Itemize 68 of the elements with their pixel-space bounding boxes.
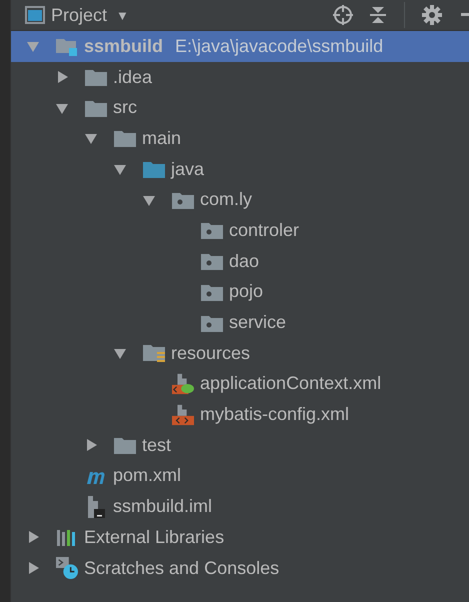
tree-item[interactable]: java bbox=[11, 154, 469, 184]
tree-item[interactable]: service bbox=[11, 307, 469, 338]
tree-item[interactable]: ssmbuild E:\java\javacode\ssmbuild bbox=[11, 31, 469, 62]
expand-toggle-icon[interactable] bbox=[26, 39, 40, 54]
tree-item[interactable]: Scratches and Consoles bbox=[11, 552, 469, 584]
package-icon bbox=[201, 282, 223, 301]
expand-toggle-icon[interactable] bbox=[113, 162, 127, 176]
package-icon bbox=[201, 221, 223, 240]
item-label: .idea bbox=[113, 66, 152, 88]
spring-xml-file-icon bbox=[172, 372, 194, 395]
tree-item[interactable]: applicationContext.xml bbox=[11, 368, 469, 400]
tree-item[interactable]: controler bbox=[11, 215, 469, 246]
tree-item[interactable]: .idea bbox=[11, 62, 469, 92]
item-label: service bbox=[229, 312, 286, 334]
folder-icon bbox=[114, 129, 136, 148]
tree-item[interactable]: ssmbuild.iml bbox=[11, 491, 469, 522]
expand-toggle-icon[interactable] bbox=[84, 438, 98, 452]
item-label: pom.xml bbox=[113, 465, 182, 486]
tree-item[interactable]: com.ly bbox=[11, 184, 469, 216]
tree-item[interactable]: pojo bbox=[11, 276, 469, 308]
item-label: java bbox=[171, 158, 204, 180]
folder-icon bbox=[143, 160, 165, 178]
dropdown-caret[interactable]: ▼ bbox=[116, 8, 129, 22]
resources-folder-icon bbox=[143, 343, 165, 364]
console-clock-icon bbox=[56, 556, 78, 580]
item-label: resources bbox=[171, 342, 250, 364]
module-folder-icon bbox=[56, 36, 78, 56]
tree-item[interactable]: External Libraries bbox=[11, 522, 469, 553]
tree-item[interactable]: pom.xml bbox=[11, 460, 469, 492]
item-label: ssmbuild bbox=[84, 36, 164, 57]
item-label: src bbox=[113, 97, 137, 118]
expand-toggle-icon[interactable] bbox=[84, 131, 98, 146]
expand-toggle-icon[interactable] bbox=[113, 346, 127, 360]
expand-toggle-icon[interactable] bbox=[55, 70, 69, 84]
package-icon bbox=[201, 314, 223, 332]
item-label: com.ly bbox=[200, 189, 252, 210]
tree-item[interactable]: dao bbox=[11, 246, 469, 276]
expand-toggle-icon[interactable] bbox=[26, 530, 40, 544]
item-label: mybatis-config.xml bbox=[200, 404, 350, 426]
libraries-icon bbox=[56, 528, 78, 546]
panel-title[interactable]: Project bbox=[51, 4, 108, 26]
expand-toggle-icon[interactable] bbox=[26, 561, 40, 576]
collapse-icon[interactable] bbox=[368, 4, 388, 26]
item-label: controler bbox=[229, 220, 300, 241]
item-label: External Libraries bbox=[84, 526, 224, 548]
item-label: pojo bbox=[229, 281, 264, 302]
folder-icon bbox=[85, 68, 107, 86]
item-label: main bbox=[142, 128, 182, 149]
item-path: E:\java\javacode\ssmbuild bbox=[175, 36, 384, 57]
window-icon bbox=[25, 6, 45, 24]
tree-item[interactable]: main bbox=[11, 123, 469, 154]
folder-icon bbox=[114, 436, 136, 454]
locate-icon[interactable] bbox=[332, 4, 354, 26]
settings-icon[interactable] bbox=[421, 4, 443, 26]
package-icon bbox=[172, 190, 194, 209]
item-label: Scratches and Consoles bbox=[84, 558, 280, 579]
tree-item[interactable]: test bbox=[11, 430, 469, 461]
item-label: ssmbuild.iml bbox=[113, 496, 212, 518]
tree-item[interactable]: src bbox=[11, 92, 469, 124]
item-label: test bbox=[142, 434, 172, 456]
item-label: dao bbox=[229, 250, 260, 272]
folder-icon bbox=[85, 98, 107, 117]
xml-file-icon bbox=[172, 404, 194, 426]
tree-item[interactable]: mybatis-config.xml bbox=[11, 399, 469, 430]
module-file-icon bbox=[85, 496, 107, 518]
package-icon bbox=[201, 252, 223, 270]
tree-item[interactable]: resources bbox=[11, 338, 469, 369]
item-label: applicationContext.xml bbox=[200, 373, 382, 394]
